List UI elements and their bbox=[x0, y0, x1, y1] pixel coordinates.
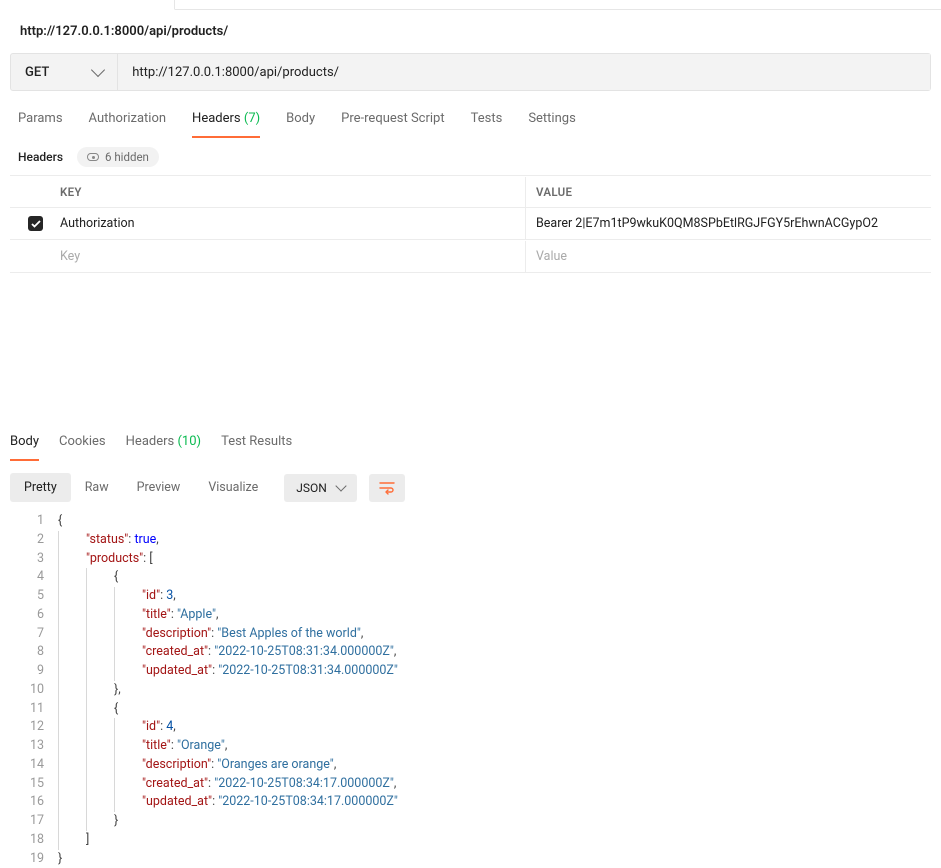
tab-tests[interactable]: Tests bbox=[471, 105, 503, 138]
response-section: Body Cookies Headers (10) Test Results P… bbox=[0, 428, 941, 868]
tab-headers-count: (7) bbox=[244, 111, 260, 126]
request-tab-bar bbox=[0, 0, 941, 10]
col-value: VALUE bbox=[525, 177, 931, 207]
table-row-new: Key Value bbox=[10, 240, 931, 272]
tab-headers[interactable]: Headers (7) bbox=[192, 105, 260, 138]
view-mode-row: Pretty Raw Preview Visualize JSON bbox=[10, 473, 931, 502]
view-visualize[interactable]: Visualize bbox=[194, 473, 272, 502]
value-input[interactable]: Value bbox=[525, 241, 931, 272]
tab-settings[interactable]: Settings bbox=[528, 105, 575, 138]
header-key[interactable]: Authorization bbox=[50, 208, 525, 239]
col-key: KEY bbox=[50, 177, 525, 207]
tab-body[interactable]: Body bbox=[286, 105, 315, 138]
resp-tab-body[interactable]: Body bbox=[10, 428, 39, 461]
method-dropdown[interactable]: GET bbox=[11, 54, 118, 90]
header-value[interactable]: Bearer 2|E7m1tP9wkuK0QM8SPbEtlRGJFGY5rEh… bbox=[525, 208, 931, 239]
chevron-down-icon bbox=[91, 63, 105, 77]
method-label: GET bbox=[25, 65, 49, 80]
tab-headers-label: Headers bbox=[192, 111, 241, 126]
view-raw[interactable]: Raw bbox=[71, 473, 123, 502]
table-header-row: KEY VALUE bbox=[10, 176, 931, 208]
headers-table: KEY VALUE Authorization Bearer 2|E7m1tP9… bbox=[10, 175, 931, 273]
tab-params[interactable]: Params bbox=[18, 105, 63, 138]
wrap-icon bbox=[379, 481, 395, 495]
hidden-headers-toggle[interactable]: 6 hidden bbox=[77, 147, 159, 167]
format-dropdown[interactable]: JSON bbox=[284, 474, 357, 502]
tab-authorization[interactable]: Authorization bbox=[89, 105, 167, 138]
request-tabs: Params Authorization Headers (7) Body Pr… bbox=[0, 105, 941, 139]
wrap-lines-button[interactable] bbox=[369, 474, 405, 502]
response-tabs: Body Cookies Headers (10) Test Results bbox=[10, 428, 931, 461]
headers-label: Headers bbox=[18, 150, 63, 164]
tab-pre-request[interactable]: Pre-request Script bbox=[341, 105, 444, 138]
response-body-code[interactable]: 1{2"status": true,3"products": [4{5"id":… bbox=[10, 512, 931, 868]
view-preview[interactable]: Preview bbox=[123, 473, 195, 502]
headers-info-bar: Headers 6 hidden bbox=[0, 139, 941, 175]
key-input[interactable]: Key bbox=[50, 241, 525, 272]
table-row: Authorization Bearer 2|E7m1tP9wkuK0QM8SP… bbox=[10, 208, 931, 240]
request-title: http://127.0.0.1:8000/api/products/ bbox=[0, 10, 941, 53]
resp-tab-test-results[interactable]: Test Results bbox=[221, 428, 292, 461]
chevron-down-icon bbox=[335, 480, 346, 491]
active-request-tab[interactable] bbox=[0, 0, 175, 10]
eye-icon bbox=[87, 153, 99, 161]
checkbox-checked[interactable] bbox=[28, 216, 43, 231]
resp-tab-headers-count: (10) bbox=[177, 434, 201, 449]
resp-tab-headers[interactable]: Headers (10) bbox=[126, 428, 201, 461]
hidden-count: 6 hidden bbox=[105, 150, 149, 164]
format-label: JSON bbox=[296, 481, 327, 495]
resp-tab-cookies[interactable]: Cookies bbox=[59, 428, 106, 461]
url-input[interactable] bbox=[118, 54, 930, 90]
resp-tab-headers-label: Headers bbox=[126, 434, 175, 449]
url-bar: GET bbox=[10, 53, 931, 91]
view-pretty[interactable]: Pretty bbox=[10, 473, 71, 502]
